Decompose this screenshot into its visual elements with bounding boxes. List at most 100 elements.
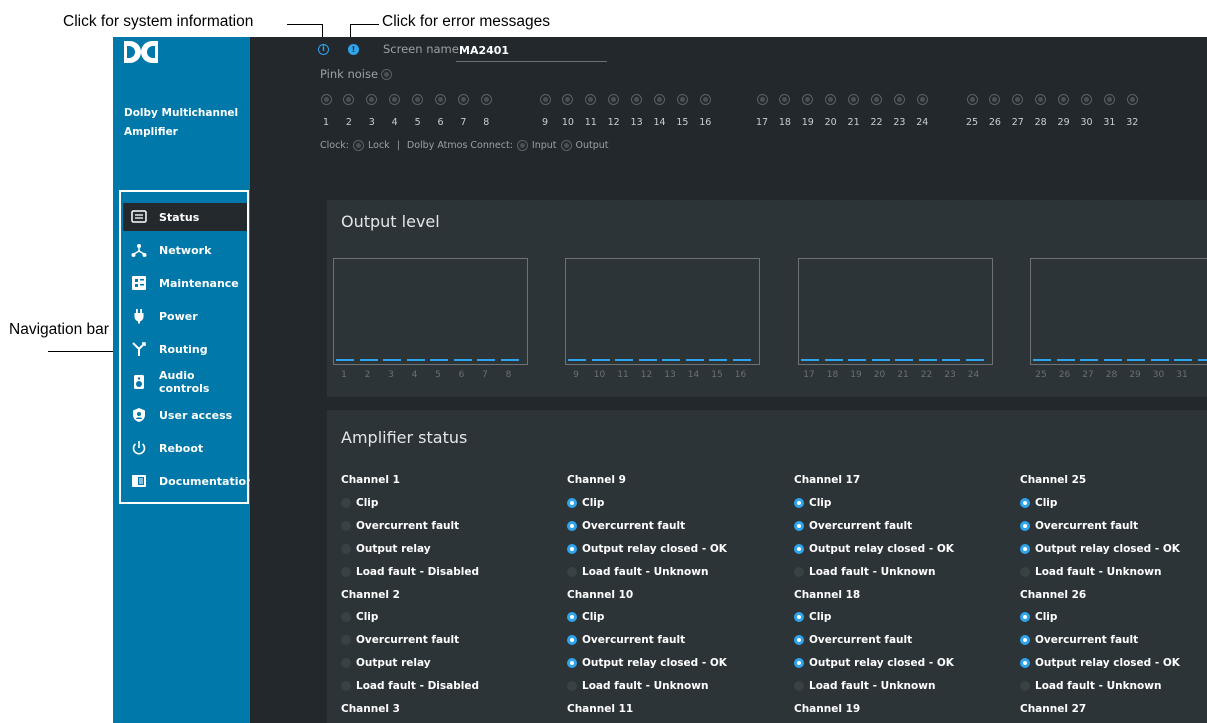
level-channel-number: 18 xyxy=(826,370,839,380)
nav-item-maintenance[interactable]: Maintenance xyxy=(123,269,247,297)
audio-controls-icon xyxy=(131,374,147,390)
output-level-title: Output level xyxy=(341,212,440,231)
status-indicator xyxy=(567,497,577,508)
nav-label-audio-controls: Audio controls xyxy=(159,369,210,395)
status-label: Clip xyxy=(356,496,379,509)
channel-title: Channel 19 xyxy=(794,703,861,715)
nav-item-documentation[interactable]: Documentation xyxy=(123,467,254,495)
error-icon[interactable]: ! xyxy=(348,44,359,55)
status-indicator xyxy=(567,612,577,623)
channel-number: 16 xyxy=(699,117,712,128)
nav-item-reboot[interactable]: Reboot xyxy=(123,434,247,462)
status-indicator xyxy=(794,658,804,669)
clock-row: Clock: Lock | Dolby Atmos Connect: Input… xyxy=(320,140,609,151)
output-radio[interactable] xyxy=(560,140,572,151)
navigation-bar-callout-line xyxy=(48,351,115,352)
info-icon[interactable]: i xyxy=(318,44,329,55)
level-meter-group xyxy=(798,258,993,365)
level-channel-number: 13 xyxy=(664,370,676,380)
navigation-bar: Status Network Maintenance Power Routing… xyxy=(119,190,254,504)
level-channel-number: 20 xyxy=(873,370,886,380)
level-bar xyxy=(895,359,913,361)
status-row: Overcurrent fault xyxy=(341,520,459,532)
channel-number: 8 xyxy=(483,117,490,128)
level-bar xyxy=(732,359,751,361)
channel-led xyxy=(457,94,469,105)
channel-led xyxy=(320,94,332,105)
dolby-logo xyxy=(124,41,158,63)
level-meter-group xyxy=(565,258,760,365)
status-row: Clip xyxy=(1020,611,1057,623)
status-label: Clip xyxy=(582,496,605,509)
routing-icon xyxy=(131,341,147,357)
level-channel-number: 14 xyxy=(687,370,700,380)
level-bar xyxy=(1174,359,1192,361)
amplifier-status-title: Amplifier status xyxy=(341,428,468,447)
channel-title: Channel 2 xyxy=(341,588,400,601)
nav-label-maintenance: Maintenance xyxy=(159,276,239,290)
user-access-shield-icon xyxy=(131,407,147,423)
status-label: Output relay closed - OK xyxy=(809,542,954,555)
level-channel-number: 25 xyxy=(1035,370,1047,380)
channel-title: Channel 17 xyxy=(794,474,861,486)
status-row: Overcurrent fault xyxy=(341,634,459,646)
channel-led xyxy=(699,94,711,105)
channel-number: 1 xyxy=(322,117,330,128)
channel-number: 17 xyxy=(755,117,769,128)
status-label: Load fault - Unknown xyxy=(1035,680,1162,693)
pink-noise[interactable]: Pink noise xyxy=(320,67,393,81)
status-label: Clip xyxy=(809,496,832,509)
input-radio[interactable] xyxy=(516,140,528,151)
nav-item-status[interactable]: Status xyxy=(123,203,247,231)
channel-number: 15 xyxy=(676,117,689,128)
channel-number: 28 xyxy=(1034,117,1047,128)
pink-noise-radio[interactable] xyxy=(381,68,393,80)
status-row: Load fault - Unknown xyxy=(1020,566,1161,578)
status-row: Overcurrent fault xyxy=(794,520,912,532)
level-channel-number: 19 xyxy=(850,370,862,380)
level-bar xyxy=(685,359,704,361)
channel-number: 13 xyxy=(630,117,643,128)
status-row: Clip xyxy=(794,611,831,623)
status-indicator xyxy=(567,681,577,692)
screen-name-input[interactable] xyxy=(456,40,607,62)
level-bar xyxy=(453,359,472,361)
level-channel-number: 24 xyxy=(967,370,980,380)
status-label: Overcurrent fault xyxy=(1035,634,1139,647)
level-channel-number: 26 xyxy=(1058,370,1071,380)
nav-label-routing: Routing xyxy=(159,342,208,356)
channel-title: Channel 3 xyxy=(341,703,400,715)
status-indicator xyxy=(567,543,577,554)
status-label: Output relay closed - OK xyxy=(1035,542,1180,555)
status-label: Clip xyxy=(1035,611,1058,624)
level-bar xyxy=(591,359,610,361)
channel-led xyxy=(676,94,688,105)
level-channel-number: 21 xyxy=(897,370,909,380)
status-indicator xyxy=(1020,658,1030,669)
status-indicator xyxy=(341,658,351,669)
lock-radio[interactable] xyxy=(353,140,365,151)
nav-item-network[interactable]: Network xyxy=(123,236,247,264)
status-row: Overcurrent fault xyxy=(794,634,912,646)
level-channel-number: 2 xyxy=(364,370,371,380)
status-indicator xyxy=(794,520,804,531)
separator: | xyxy=(396,140,400,151)
channel-number: 25 xyxy=(965,117,979,128)
network-icon xyxy=(131,242,147,258)
nav-item-audio-controls[interactable]: Audio controls xyxy=(123,368,247,396)
level-bar xyxy=(1080,359,1098,361)
channel-title: Channel 25 xyxy=(1020,474,1087,486)
level-bar xyxy=(500,359,519,361)
level-bar xyxy=(638,359,657,361)
status-label: Clip xyxy=(582,611,605,624)
level-bar xyxy=(1150,359,1169,361)
nav-item-power[interactable]: Power xyxy=(123,302,247,330)
level-bar xyxy=(383,359,401,361)
channel-title: Channel 26 xyxy=(1020,588,1087,601)
nav-item-routing[interactable]: Routing xyxy=(123,335,247,363)
channel-number: 6 xyxy=(437,117,444,128)
screen-name-label: Screen name xyxy=(383,42,459,56)
nav-item-user-access[interactable]: User access xyxy=(123,401,247,429)
atmos-connect-label: Dolby Atmos Connect: xyxy=(406,140,513,151)
level-bar xyxy=(848,359,866,361)
